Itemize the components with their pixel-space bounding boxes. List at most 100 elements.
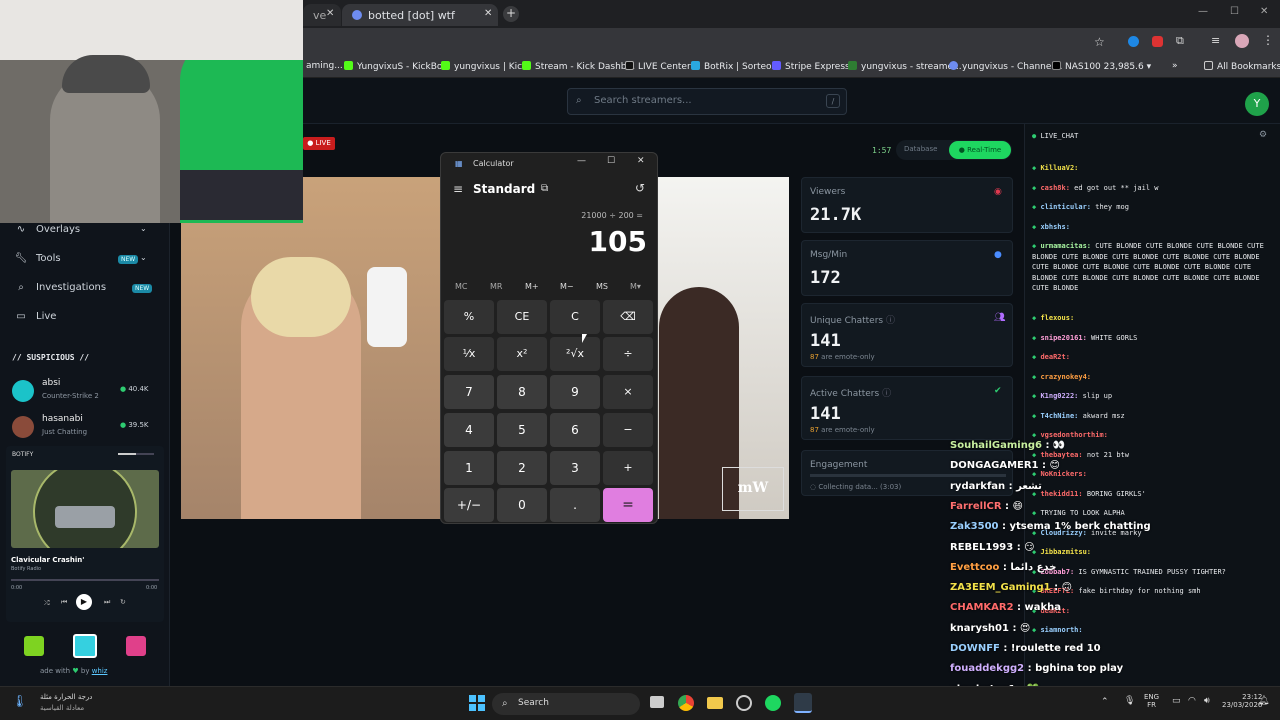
key-divide[interactable]: ÷ xyxy=(603,337,653,371)
history-icon[interactable]: ↺ xyxy=(635,181,645,195)
weather-text[interactable]: درجة الحرارة مئلة xyxy=(40,693,92,701)
close-icon[interactable]: ✕ xyxy=(484,8,492,19)
obs-icon[interactable] xyxy=(736,695,752,711)
key-plus[interactable]: + xyxy=(603,451,653,485)
calculator-taskbar-icon[interactable] xyxy=(794,693,812,713)
sidebar-item-live[interactable]: ▭ Live xyxy=(14,311,56,322)
chrome-icon[interactable] xyxy=(678,695,694,711)
start-icon[interactable] xyxy=(469,695,485,711)
kebab-menu-icon[interactable]: ⋮ xyxy=(1262,33,1274,47)
star-icon[interactable]: ☆ xyxy=(1094,35,1105,49)
mem-store-button[interactable]: MS xyxy=(596,282,608,291)
maximize-icon[interactable]: ☐ xyxy=(1230,6,1239,17)
chat-username[interactable]: siamnorth: xyxy=(1040,626,1082,634)
shuffle-icon[interactable]: ⤮ xyxy=(44,599,50,608)
key-0[interactable]: 0 xyxy=(497,488,547,522)
chat-username[interactable]: xbhshs: xyxy=(1040,223,1070,231)
bookmark-item[interactable]: Stream - Kick Dashb... xyxy=(522,61,635,72)
previous-icon[interactable]: ⏮︎ xyxy=(61,598,67,607)
mem-list-button[interactable]: M▾ xyxy=(630,282,641,291)
key-4[interactable]: 4 xyxy=(444,413,494,447)
chevron-right-icon[interactable]: » xyxy=(1172,61,1178,71)
chat-username[interactable]: Jibbazmitsu: xyxy=(1040,548,1091,556)
realtime-toggle[interactable]: ● Real-Time xyxy=(949,141,1011,159)
new-tab-button[interactable]: + xyxy=(503,6,519,22)
key-7[interactable]: 7 xyxy=(444,375,494,409)
microphone-icon[interactable]: 🎙︎ xyxy=(1124,696,1135,706)
spotify-icon[interactable] xyxy=(765,695,781,711)
streamer-row[interactable]: hasanabi Just Chatting ● 39.5K xyxy=(12,412,162,446)
key-9[interactable]: 9 xyxy=(550,375,600,409)
key-6[interactable]: 6 xyxy=(550,413,600,447)
extension-icon[interactable] xyxy=(1128,36,1139,47)
extension-icon[interactable] xyxy=(1152,36,1163,47)
puzzle-icon[interactable]: ⧉ xyxy=(1176,34,1184,48)
mem-clear-button[interactable]: MC xyxy=(455,282,468,291)
key-2[interactable]: 2 xyxy=(497,451,547,485)
network-icon[interactable]: ▭ xyxy=(1172,696,1181,706)
bookmark-item[interactable]: YungvixuS - KickBot xyxy=(344,61,446,72)
volume-slider[interactable] xyxy=(118,453,154,455)
minimize-icon[interactable]: — xyxy=(1198,6,1208,17)
mem-subtract-button[interactable]: M− xyxy=(560,282,574,291)
keep-on-top-icon[interactable]: ⧉ xyxy=(541,183,548,194)
weather-icon[interactable]: 🌡︎ xyxy=(12,694,27,708)
chat-username[interactable]: KilluaV2: xyxy=(1040,164,1078,172)
key-clear-entry[interactable]: CE xyxy=(497,300,547,334)
play-button[interactable]: ▶ xyxy=(76,594,92,610)
folder-icon[interactable] xyxy=(707,697,723,709)
chat-username[interactable]: flexous: xyxy=(1040,314,1074,322)
key-percent[interactable]: % xyxy=(444,300,494,334)
chat-username[interactable]: K1ng0222: xyxy=(1040,392,1078,400)
author-link[interactable]: whiz xyxy=(92,667,108,675)
profile-avatar[interactable] xyxy=(1235,34,1249,48)
key-equals[interactable]: = xyxy=(603,488,653,522)
repeat-icon[interactable]: ↻ xyxy=(120,598,126,606)
chat-username[interactable]: vgsedonthorthim: xyxy=(1040,431,1107,439)
task-view-icon[interactable] xyxy=(650,696,664,708)
volume-icon[interactable]: 🔊︎ xyxy=(1204,696,1210,706)
key-5[interactable]: 5 xyxy=(497,413,547,447)
database-toggle[interactable]: Database xyxy=(904,145,937,153)
next-icon[interactable]: ⏭︎ xyxy=(104,598,110,607)
bookmark-item[interactable]: yungvixus | Kick xyxy=(441,61,527,72)
all-bookmarks[interactable]: All Bookmarks xyxy=(1204,61,1280,72)
key-3[interactable]: 3 xyxy=(550,451,600,485)
sidebar-item-investigations[interactable]: ⌕ Investigations NEW xyxy=(14,282,153,293)
chat-username[interactable]: crazynokey4: xyxy=(1040,373,1091,381)
wifi-icon[interactable]: ◠ xyxy=(1188,696,1196,706)
chat-username[interactable]: thekidd11: xyxy=(1040,490,1082,498)
gear-icon[interactable]: ⚙ xyxy=(1259,130,1267,140)
user-avatar[interactable]: Y xyxy=(1245,92,1269,116)
maximize-icon[interactable]: ☐ xyxy=(607,156,615,166)
bookmark-item[interactable]: BotRix | Sorteos xyxy=(691,61,776,72)
chat-username[interactable]: deaR2t: xyxy=(1040,353,1070,361)
close-window-icon[interactable]: ✕ xyxy=(1260,6,1268,17)
browser-tab[interactable]: ve xyxy=(303,4,341,26)
bookmark-item[interactable]: LIVE Center xyxy=(625,61,691,72)
bookmark-item[interactable]: Stripe Express xyxy=(772,61,850,72)
bookmark-item[interactable]: yungvixus - streame... xyxy=(848,61,962,72)
chat-username[interactable]: cash8k: xyxy=(1040,184,1070,192)
key-square[interactable]: x² xyxy=(497,337,547,371)
minimize-icon[interactable]: — xyxy=(577,156,586,166)
menu-list-icon[interactable]: ≡ xyxy=(1211,34,1220,47)
mem-add-button[interactable]: M+ xyxy=(525,282,539,291)
streamer-row[interactable]: absi Counter-Strike 2 ● 40.4K xyxy=(12,376,162,410)
chat-username[interactable]: urmamacitas: xyxy=(1040,242,1091,250)
chat-username[interactable]: T4chNine: xyxy=(1040,412,1078,420)
close-icon[interactable]: ✕ xyxy=(326,8,334,19)
clock[interactable]: 23:12 23/03/2026 xyxy=(1222,693,1262,709)
color-swatch-cyan[interactable] xyxy=(73,634,97,658)
browser-tab-active[interactable]: botted [dot] wtf xyxy=(342,4,498,26)
hamburger-icon[interactable]: ≡ xyxy=(453,182,463,196)
chat-username[interactable]: thebaytea: xyxy=(1040,451,1082,459)
bookmark-item[interactable]: yungvixus - Channel... xyxy=(949,61,1063,72)
key-8[interactable]: 8 xyxy=(497,375,547,409)
key-1[interactable]: 1 xyxy=(444,451,494,485)
key-decimal[interactable]: . xyxy=(550,488,600,522)
color-swatch-green[interactable] xyxy=(24,636,44,656)
progress-bar[interactable] xyxy=(11,579,159,581)
color-swatch-pink[interactable] xyxy=(126,636,146,656)
language-indicator[interactable]: ENG FR xyxy=(1144,693,1159,709)
